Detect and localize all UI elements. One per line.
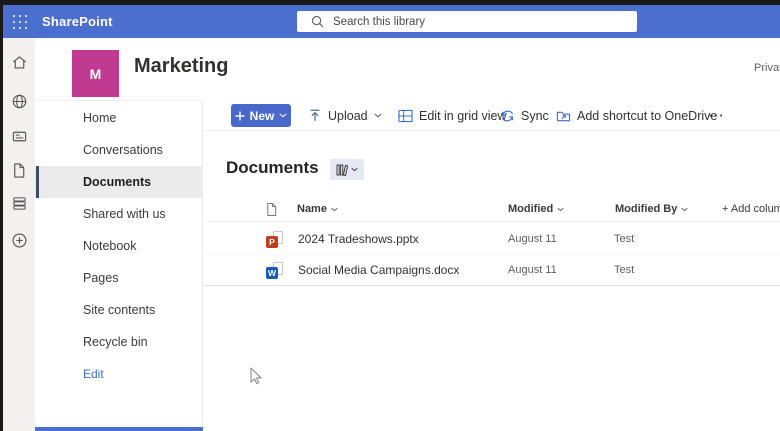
app-launcher-icon[interactable] [11,13,29,31]
word-file-icon: W [266,262,283,279]
suite-bar: SharePoint [3,5,780,38]
chevron-down-icon [331,207,338,212]
nav-selected-accent [36,166,39,198]
window-left-edge [0,0,3,431]
nav-item-label: Documents [83,175,151,189]
chevron-down-icon [351,167,358,172]
nav-item-pages[interactable]: Pages [35,262,202,294]
table-row[interactable]: P 2024 Tradeshows.pptx August 11 Test [204,224,780,255]
add-column-button[interactable]: + Add column [722,196,780,222]
table-header: Name Modified Modified By + Add column [204,196,780,222]
library-content: New Upload Edit in grid view Sync Add sh… [204,100,780,431]
chevron-down-icon [279,113,287,118]
file-modified: August 11 [508,224,557,255]
library-title: Documents [226,158,319,178]
library-views-icon [336,164,348,176]
my-files-icon[interactable] [3,154,35,186]
upload-icon [308,108,322,123]
more-commands-button[interactable]: ··· [709,100,725,131]
edit-grid-view-label: Edit in grid view [419,109,507,123]
add-shortcut-label: Add shortcut to OneDrive [577,109,717,123]
app-title[interactable]: SharePoint [42,5,113,38]
nav-edit-link[interactable]: Edit [35,358,202,390]
nav-item-notebook[interactable]: Notebook [35,230,202,262]
column-header-modified[interactable]: Modified [508,196,564,222]
new-button[interactable]: New [231,104,291,127]
add-shortcut-onedrive-button[interactable]: Add shortcut to OneDrive [556,100,717,131]
home-icon[interactable] [3,46,35,78]
column-header-modified-by[interactable]: Modified By [615,196,688,222]
search-icon [311,15,324,28]
globe-icon[interactable] [3,85,35,117]
site-logo-letter: M [90,66,102,82]
powerpoint-file-icon: P [266,231,283,248]
nav-item-recycle-bin[interactable]: Recycle bin [35,326,202,358]
sync-icon [500,109,515,123]
chevron-down-icon [681,207,688,212]
search-input[interactable] [333,16,637,28]
chevron-down-icon [557,207,564,212]
news-icon[interactable] [3,120,35,152]
sync-label: Sync [521,109,549,123]
site-logo[interactable]: M [72,50,119,97]
chevron-down-icon [374,113,382,118]
table-row[interactable]: W Social Media Campaigns.docx August 11 … [204,255,780,286]
command-bar: New Upload Edit in grid view Sync Add sh… [204,100,780,131]
nav-item-conversations[interactable]: Conversations [35,134,202,166]
edit-grid-view-button[interactable]: Edit in grid view [398,100,507,131]
search-box[interactable] [297,11,637,32]
ellipsis-icon: ··· [709,109,725,123]
file-modified: August 11 [508,255,557,286]
nav-item-home[interactable]: Home [35,102,202,134]
nav-item-shared-with-us[interactable]: Shared with us [35,198,202,230]
nav-scrollbar[interactable] [35,427,203,431]
create-icon[interactable] [3,224,35,256]
site-nav: Home Conversations Documents Shared with… [35,100,203,431]
nav-item-documents[interactable]: Documents [35,166,202,198]
app-rail [3,38,35,431]
nav-item-site-contents[interactable]: Site contents [35,294,202,326]
sharepoint-window: SharePoint M [0,0,780,431]
file-name[interactable]: 2024 Tradeshows.pptx [298,224,419,255]
file-modified-by: Test [614,255,634,286]
column-header-name[interactable]: Name [297,196,338,222]
file-type-column-icon[interactable] [265,196,278,222]
upload-label: Upload [328,109,368,123]
grid-icon [398,109,413,123]
plus-icon [235,111,245,121]
site-header: M Marketing Private group [35,38,780,100]
file-name[interactable]: Social Media Campaigns.docx [298,255,459,286]
my-lists-icon[interactable] [3,187,35,219]
onedrive-shortcut-icon [556,109,571,123]
library-heading-row: Documents [204,155,780,185]
upload-button[interactable]: Upload [308,100,382,131]
document-icon [265,202,278,217]
file-modified-by: Test [614,224,634,255]
new-button-label: New [250,109,275,123]
view-selector-button[interactable] [330,159,364,180]
site-title[interactable]: Marketing [134,55,228,78]
site-privacy-label: Private group [754,62,780,74]
mouse-cursor [248,366,262,386]
sync-button[interactable]: Sync [500,100,549,131]
